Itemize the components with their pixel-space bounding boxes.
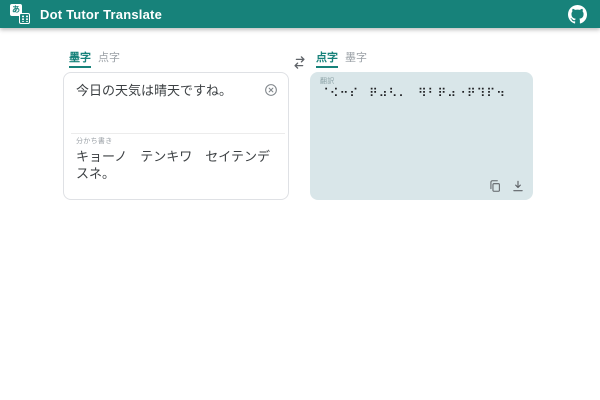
swap-column xyxy=(289,52,310,200)
wakachigaki-block: 分かち書き キョーノ テンキワ セイテンデスネ。 xyxy=(76,136,278,182)
download-button[interactable] xyxy=(511,179,525,193)
swap-direction-button[interactable] xyxy=(292,55,307,70)
card-divider xyxy=(71,133,285,134)
main-content: 墨字 点字 今日の天気は晴天ですね。 分かち書き キョーノ テンキワ セイテンデ… xyxy=(0,28,600,200)
source-row: 今日の天気は晴天ですね。 xyxy=(64,73,288,99)
logo-braille-square xyxy=(19,13,30,24)
github-link[interactable] xyxy=(566,3,588,25)
source-text-input[interactable]: 今日の天気は晴天ですね。 xyxy=(76,82,264,99)
input-tabs: 墨字 点字 xyxy=(63,52,289,68)
clear-input-button[interactable] xyxy=(264,83,278,97)
swap-arrows-icon xyxy=(292,55,307,70)
output-actions xyxy=(488,179,525,193)
input-card: 今日の天気は晴天ですね。 分かち書き キョーノ テンキワ セイテンデスネ。 xyxy=(63,72,289,200)
app-logo-translate-braille-icon: あ xyxy=(10,4,30,24)
output-section: 点字 墨字 翻訳 ⠈⠪⠒⠎⠀⠟⠴⠣⠄⠀⠻⠃⠟⠴⠐⠟⠹⠏⠲ xyxy=(310,52,533,200)
tab-tenji-input[interactable]: 点字 xyxy=(98,52,120,68)
clear-circle-x-icon xyxy=(264,83,278,97)
tab-sumiji-input[interactable]: 墨字 xyxy=(69,52,91,68)
input-section: 墨字 点字 今日の天気は晴天ですね。 分かち書き キョーノ テンキワ セイテンデ… xyxy=(63,52,289,200)
app-title: Dot Tutor Translate xyxy=(40,7,162,22)
wakachigaki-label: 分かち書き xyxy=(76,136,278,146)
download-icon xyxy=(511,179,525,193)
braille-output-text: ⠈⠪⠒⠎⠀⠟⠴⠣⠄⠀⠻⠃⠟⠴⠐⠟⠹⠏⠲ xyxy=(320,85,525,101)
copy-icon xyxy=(488,179,502,193)
output-tabs: 点字 墨字 xyxy=(310,52,533,68)
github-icon xyxy=(568,5,587,24)
logo-braille-dots xyxy=(21,15,28,22)
wakachigaki-text: キョーノ テンキワ セイテンデスネ。 xyxy=(76,148,278,182)
tab-sumiji-output[interactable]: 墨字 xyxy=(345,52,367,68)
tab-tenji-output[interactable]: 点字 xyxy=(316,52,338,68)
app-header: あ Dot Tutor Translate xyxy=(0,0,600,28)
output-card: 翻訳 ⠈⠪⠒⠎⠀⠟⠴⠣⠄⠀⠻⠃⠟⠴⠐⠟⠹⠏⠲ xyxy=(310,72,533,200)
copy-button[interactable] xyxy=(488,179,502,193)
